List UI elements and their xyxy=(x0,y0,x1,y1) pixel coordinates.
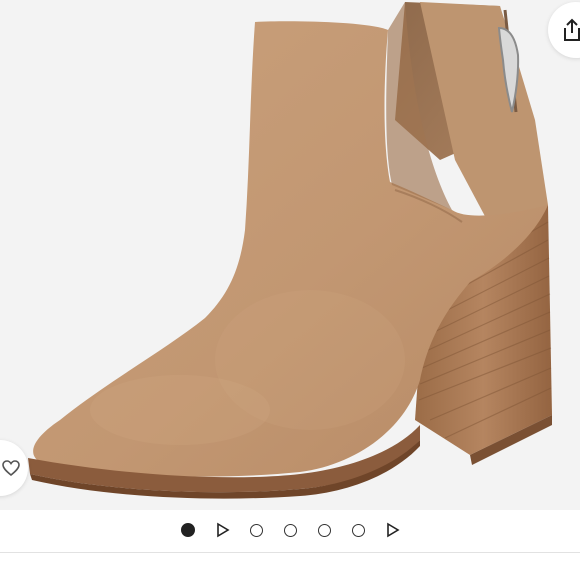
page-dot-icon xyxy=(351,523,365,537)
pager-video-2[interactable] xyxy=(383,521,401,539)
active-page-dot-icon xyxy=(181,523,195,537)
heart-icon xyxy=(2,460,20,477)
pager-dot-2[interactable] xyxy=(247,521,265,539)
pager-dot-4[interactable] xyxy=(315,521,333,539)
page-dot-icon xyxy=(317,523,331,537)
ankle-bootie-product-image[interactable] xyxy=(0,0,580,510)
share-icon xyxy=(564,18,580,41)
product-image-page xyxy=(0,0,580,580)
page-dot-icon xyxy=(283,523,297,537)
pager-dot-1[interactable] xyxy=(179,521,197,539)
image-pager xyxy=(0,512,580,548)
pager-video-1[interactable] xyxy=(213,521,231,539)
product-image-viewer[interactable] xyxy=(0,0,580,510)
pager-dot-3[interactable] xyxy=(281,521,299,539)
page-dot-icon xyxy=(249,523,263,537)
pager-dot-5[interactable] xyxy=(349,521,367,539)
bottom-divider xyxy=(0,552,580,553)
play-icon xyxy=(217,522,230,538)
play-icon xyxy=(387,522,400,538)
